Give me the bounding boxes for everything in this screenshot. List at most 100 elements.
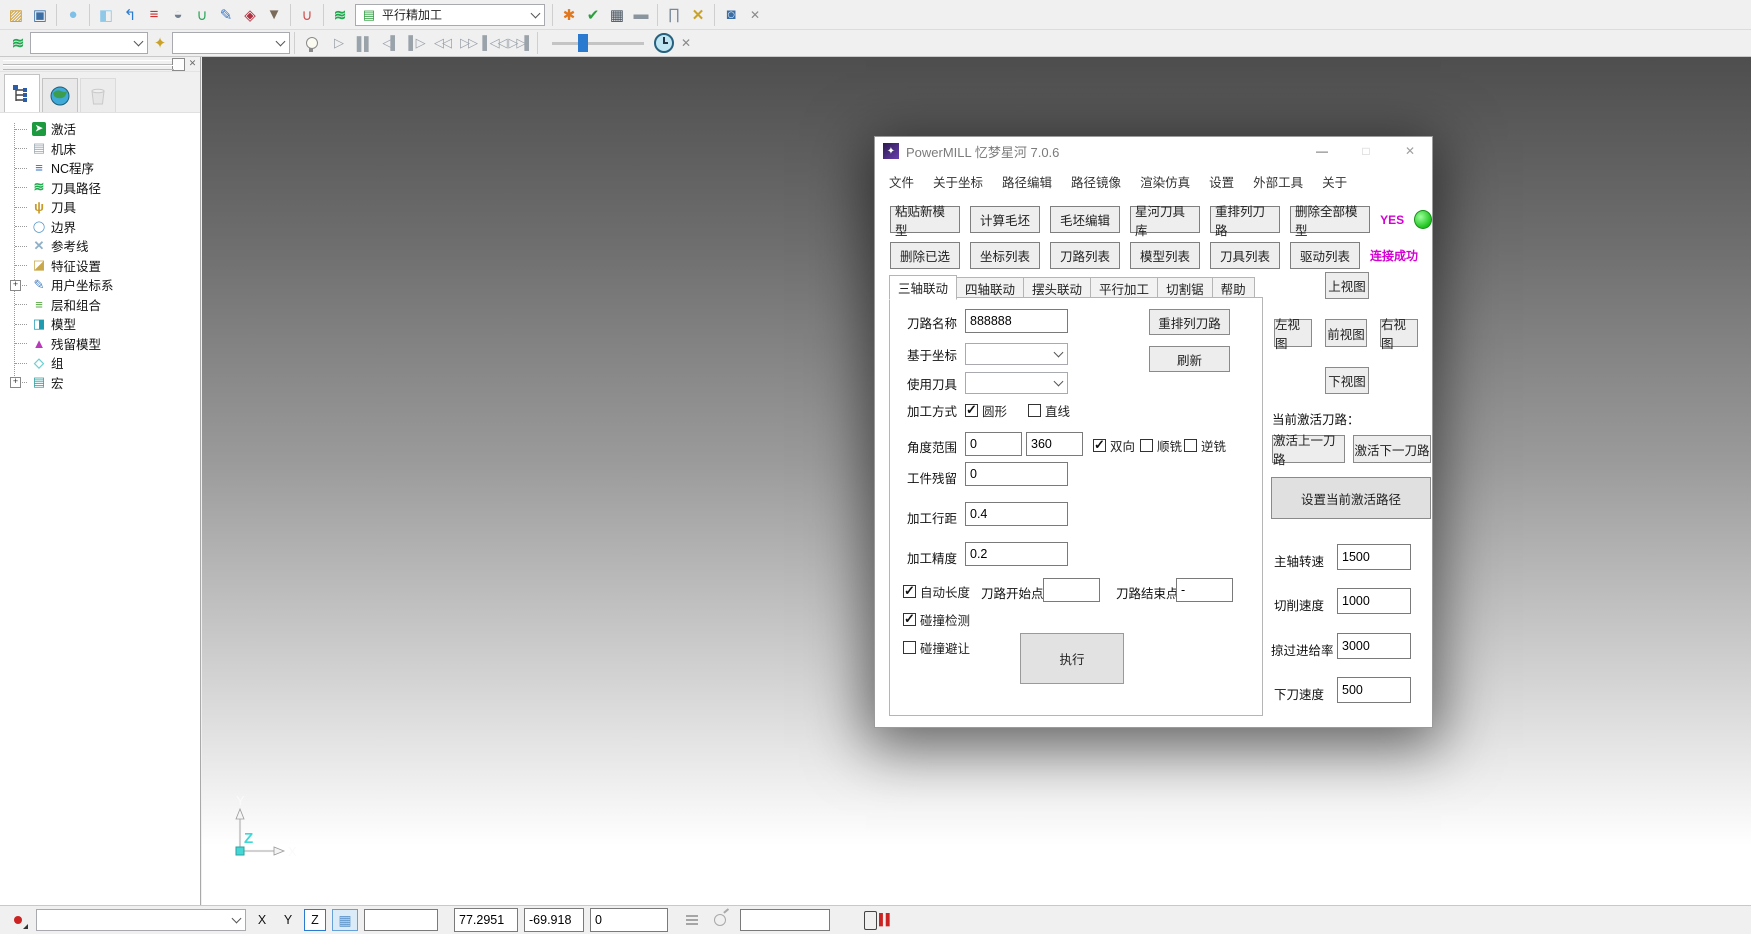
menu-about[interactable]: 关于	[1322, 172, 1347, 191]
model-list-button[interactable]: 模型列表	[1130, 242, 1200, 269]
tool-list-button[interactable]: 刀具列表	[1210, 242, 1280, 269]
tree-item-boundaries[interactable]: 边界	[6, 217, 200, 237]
sim-close-icon[interactable]	[674, 31, 698, 55]
pattern-icon[interactable]	[214, 3, 238, 27]
tree-item-feature-sets[interactable]: 特征设置	[6, 256, 200, 276]
status-field-2[interactable]	[740, 909, 830, 931]
tolerance-input[interactable]	[965, 542, 1068, 566]
go-end-icon[interactable]: ▷▷▌	[507, 32, 533, 54]
go-start-icon[interactable]: ▌◁◁	[481, 32, 507, 54]
maximize-icon[interactable]: □	[1344, 137, 1388, 165]
panel-float-icon[interactable]	[172, 58, 185, 71]
execute-button[interactable]: 执行	[1020, 633, 1124, 684]
tool-library-button[interactable]: 星河刀具库	[1130, 206, 1200, 233]
status-field-1[interactable]	[364, 909, 438, 931]
paste-new-model-button[interactable]: 粘贴新模型	[890, 206, 960, 233]
points-icon[interactable]	[238, 3, 262, 27]
menu-file[interactable]: 文件	[889, 172, 914, 191]
drive-list-button[interactable]: 驱动列表	[1290, 242, 1360, 269]
close-icon[interactable]: ✕	[1388, 137, 1432, 165]
device-icon[interactable]	[864, 911, 877, 930]
tool-flame-icon[interactable]	[557, 3, 581, 27]
tree-item-activate[interactable]: ➤激活	[6, 119, 200, 139]
fast-forward-icon[interactable]: ▷▷	[455, 32, 481, 54]
tree-item-workplanes[interactable]: +用户坐标系	[6, 275, 200, 295]
tree-item-machine[interactable]: 机床	[6, 139, 200, 159]
tree-item-stock-models[interactable]: 残留模型	[6, 334, 200, 354]
tab-explorer-world[interactable]	[42, 78, 78, 112]
mode-line-checkbox[interactable]: 直线	[1028, 401, 1070, 420]
stock-input[interactable]	[965, 462, 1068, 486]
coord-x-input[interactable]	[454, 908, 518, 932]
reorder-toolpaths-button[interactable]: 重排列刀路	[1210, 206, 1280, 233]
activate-prev-button[interactable]: 激活上一刀路	[1272, 435, 1345, 463]
tab-explorer-recycle[interactable]	[80, 78, 116, 112]
menu-path-mirror[interactable]: 路径镜像	[1071, 172, 1121, 191]
spindle-speed-input[interactable]	[1337, 544, 1411, 570]
tool-icon[interactable]	[166, 3, 190, 27]
panel-grip[interactable]: ✕	[0, 57, 200, 72]
skim-feed-input[interactable]	[1337, 633, 1411, 659]
climb-checkbox[interactable]: 顺铣	[1140, 436, 1182, 455]
minimize-icon[interactable]: —	[1300, 137, 1344, 165]
step-forward-icon[interactable]: ▌▷	[403, 32, 429, 54]
plunge-feed-input[interactable]	[1337, 677, 1411, 703]
tool-cross-icon[interactable]	[686, 3, 710, 27]
expand-icon[interactable]: +	[10, 377, 21, 388]
menu-coords[interactable]: 关于坐标	[933, 172, 983, 191]
tab-explorer-tree[interactable]	[4, 74, 40, 112]
rewind-icon[interactable]: ◁◁	[429, 32, 455, 54]
view-front-button[interactable]: 前视图	[1325, 319, 1367, 347]
tool-verify-icon[interactable]	[581, 3, 605, 27]
delete-model-icon[interactable]	[262, 3, 286, 27]
coord-list-button[interactable]: 坐标列表	[970, 242, 1040, 269]
slider-handle[interactable]	[578, 34, 588, 52]
angle-from-input[interactable]	[965, 432, 1022, 456]
start-point-input[interactable]	[1043, 578, 1100, 602]
sim-tool-combo[interactable]	[172, 32, 290, 54]
sim-toolpath-combo[interactable]	[30, 32, 148, 54]
fixture-icon[interactable]	[61, 3, 85, 27]
cutting-feed-input[interactable]	[1337, 588, 1411, 614]
collision-check-icon[interactable]	[719, 3, 743, 27]
collision-detect-checkbox[interactable]: 碰撞检测	[903, 610, 970, 629]
use-tool-combo[interactable]	[965, 372, 1068, 394]
probe-icon[interactable]	[714, 914, 726, 926]
set-active-path-button[interactable]: 设置当前激活路径	[1271, 477, 1431, 519]
toolbar-close-icon[interactable]	[743, 3, 767, 27]
angle-to-input[interactable]	[1026, 432, 1083, 456]
stepover-input[interactable]	[965, 502, 1068, 526]
tree-item-models[interactable]: 模型	[6, 314, 200, 334]
menu-external-tools[interactable]: 外部工具	[1253, 172, 1303, 191]
coord-y-input[interactable]	[524, 908, 584, 932]
menu-path-edit[interactable]: 路径编辑	[1002, 172, 1052, 191]
tree-item-macros[interactable]: +宏	[6, 373, 200, 393]
tree-item-levels[interactable]: 层和组合	[6, 295, 200, 315]
coord-z-input[interactable]	[590, 908, 668, 932]
toolpath-name-input[interactable]	[965, 309, 1068, 333]
record-icon[interactable]	[6, 909, 30, 931]
speed-slider[interactable]	[552, 42, 644, 45]
collision-avoid-checkbox[interactable]: 碰撞避让	[903, 638, 970, 657]
view-top-button[interactable]: 上视图	[1325, 272, 1369, 299]
step-back-icon[interactable]: ◁▌	[377, 32, 403, 54]
strategy-combo[interactable]: 平行精加工	[355, 4, 545, 26]
delete-all-models-button[interactable]: 删除全部模型	[1290, 206, 1370, 233]
toolpath-list-button[interactable]: 刀路列表	[1050, 242, 1120, 269]
tree-item-toolpaths[interactable]: 刀具路径	[6, 178, 200, 198]
tree-item-patterns[interactable]: 参考线	[6, 236, 200, 256]
leads-links-icon[interactable]	[118, 3, 142, 27]
open-project-icon[interactable]	[4, 3, 28, 27]
activate-next-button[interactable]: 激活下一刀路	[1353, 435, 1431, 463]
clock-icon[interactable]	[654, 33, 674, 53]
delete-selected-button[interactable]: 删除已选	[890, 242, 960, 269]
axis-x-button[interactable]: X	[252, 910, 272, 930]
axis-y-button[interactable]: Y	[278, 910, 298, 930]
tree-item-groups[interactable]: 组	[6, 353, 200, 373]
sort-list-icon[interactable]	[686, 915, 698, 917]
nc-program-icon[interactable]	[142, 3, 166, 27]
view-left-button[interactable]: 左视图	[1274, 319, 1312, 347]
calculator-icon[interactable]	[605, 3, 629, 27]
calc-block-button[interactable]: 计算毛坯	[970, 206, 1040, 233]
grid-toggle-icon[interactable]: ▦	[332, 909, 358, 931]
